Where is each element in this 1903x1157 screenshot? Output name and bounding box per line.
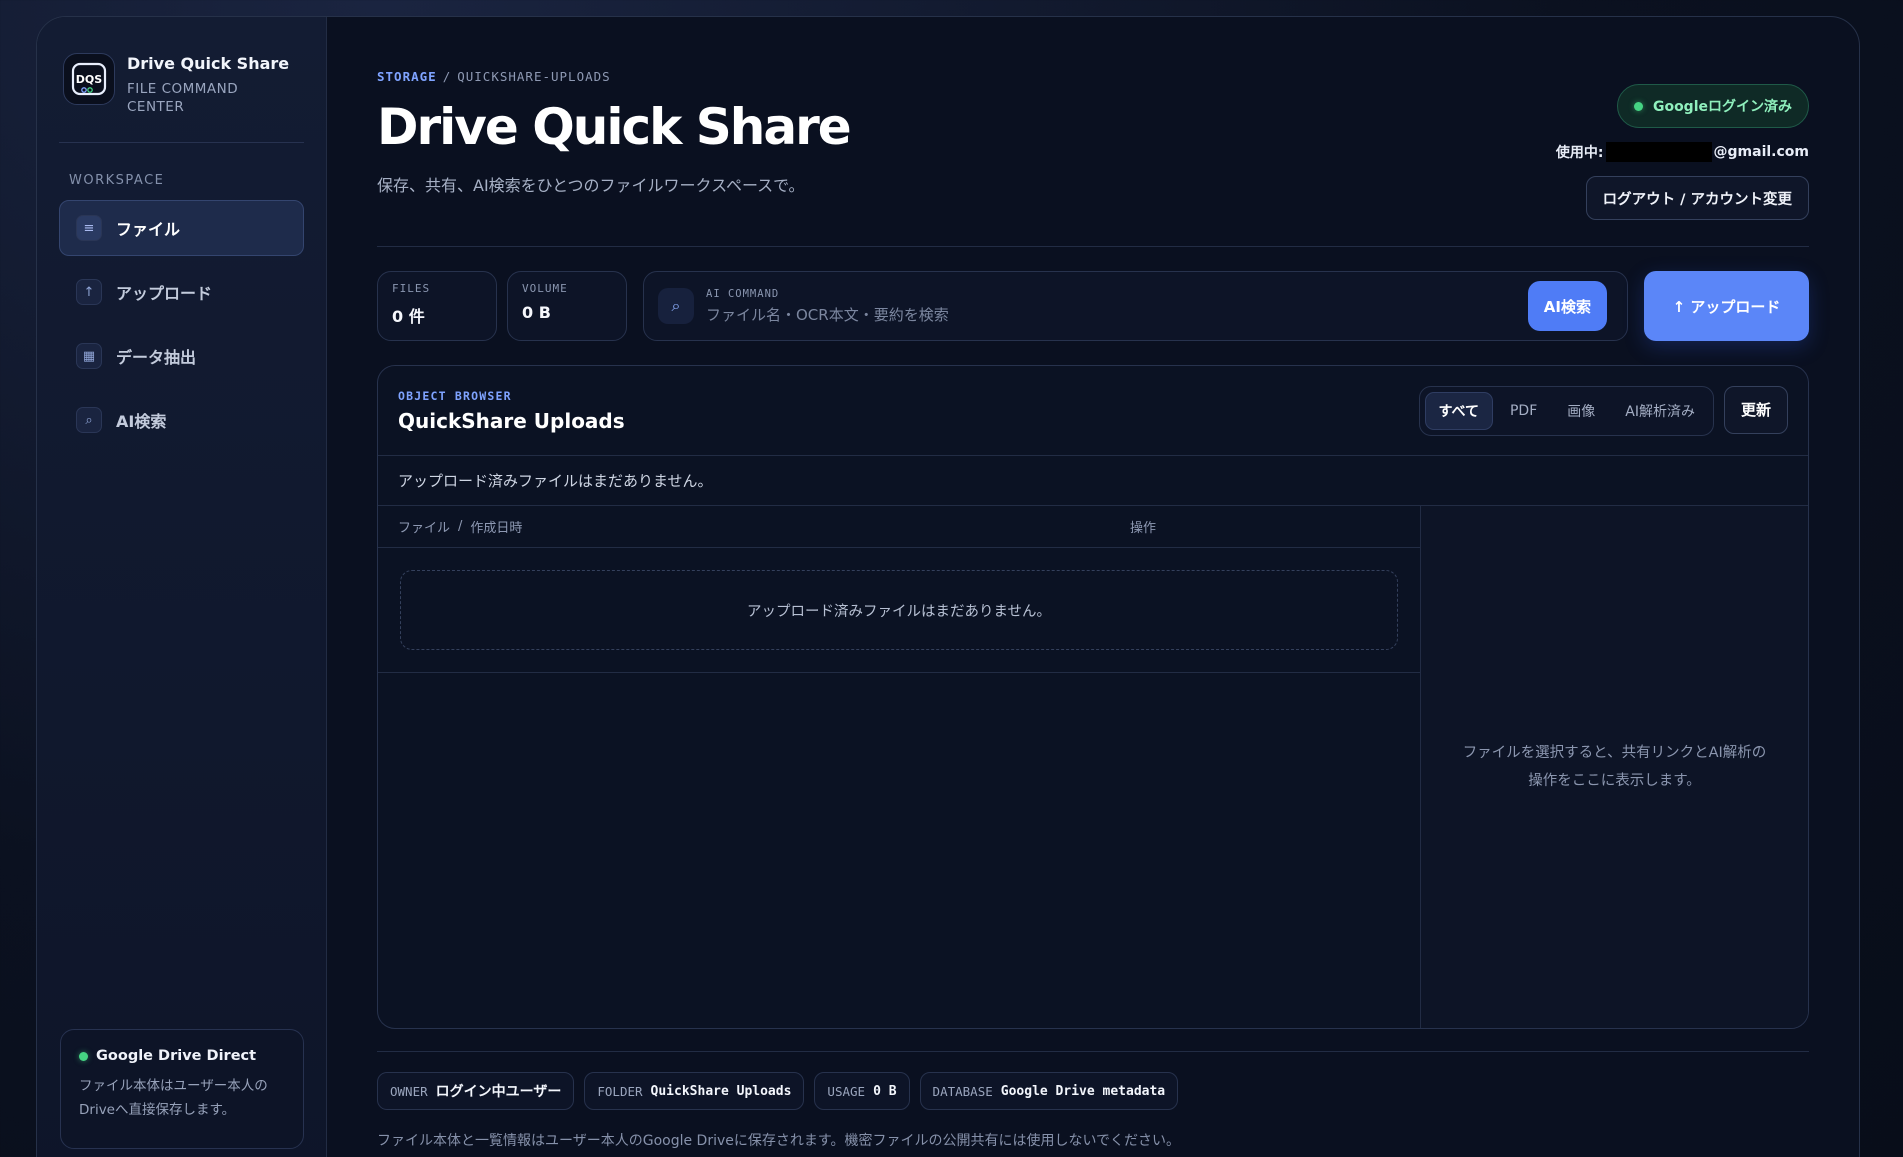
object-browser-title: QuickShare Uploads (398, 408, 625, 433)
google-drive-direct-card: Google Drive Direct ファイル本体はユーザー本人のDriveへ… (60, 1029, 304, 1149)
sidebar-item-label: データ抽出 (116, 348, 197, 367)
column-separator: / (458, 519, 463, 534)
database-chip: DATABASE Google Drive metadata (919, 1072, 1179, 1110)
refresh-button[interactable]: 更新 (1723, 385, 1788, 434)
brand-title: Drive Quick Share (127, 54, 290, 73)
user-email-suffix: @gmail.com (1713, 144, 1809, 160)
main-content: STORAGE / QUICKSHARE-UPLOADS Drive Quick S… (327, 17, 1859, 1157)
volume-stat-label: VOLUME (522, 282, 568, 295)
folder-chip: FOLDER QuickShare Uploads (584, 1072, 805, 1110)
ai-command-label: AI COMMAND (706, 288, 780, 300)
sidebar-item-files[interactable]: ≡ ファイル (59, 200, 304, 256)
grid-icon: ▦ (76, 343, 102, 369)
chip-value: ログイン中ユーザー (435, 1084, 562, 1100)
sidebar-item-upload[interactable]: ↑ アップロード (59, 264, 304, 320)
filter-pdf[interactable]: PDF (1497, 392, 1550, 430)
divider (377, 246, 1809, 247)
usage-chip: USAGE 0 B (814, 1072, 910, 1110)
empty-state: アップロード済みファイルはまだありません。 (400, 570, 1398, 650)
sidebar-item-label: AI検索 (116, 412, 167, 431)
login-status-badge: Googleログイン済み (1616, 84, 1809, 128)
object-browser-label: OBJECT BROWSER (398, 388, 512, 403)
filter-all[interactable]: すべて (1424, 391, 1493, 430)
search-icon: ⌕ (76, 407, 102, 433)
detail-hint: ファイルを選択すると、共有リンクとAI解析の操作をここに表示します。 (1462, 745, 1767, 789)
chip-key: OWNER (390, 1083, 428, 1099)
user-prefix: 使用中: (1555, 145, 1604, 161)
ai-search-button[interactable]: AI検索 (1527, 281, 1607, 331)
page-title: Drive Quick Share (377, 98, 852, 156)
filter-tabs: すべて PDF 画像 AI解析済み (1418, 385, 1714, 436)
redacted-email (1605, 142, 1712, 162)
detail-panel: ファイルを選択すると、共有リンクとAI解析の操作をここに表示します。 (1421, 506, 1808, 1028)
breadcrumb-current: QUICKSHARE-UPLOADS (457, 69, 611, 84)
owner-chip: OWNER ログイン中ユーザー (377, 1072, 575, 1110)
chip-key: DATABASE (932, 1083, 993, 1099)
sidebar-item-label: ファイル (116, 220, 181, 239)
footnote: ファイル本体と一覧情報はユーザー本人のGoogle Driveに保存されます。機… (377, 1133, 1181, 1149)
sidebar: DQS Drive Quick Share FILE COMMAND CENTE… (37, 17, 327, 1157)
toolbar: FILES 0 件 VOLUME 0 B ⌕ AI COMMAND AI検索 ↑… (377, 271, 1809, 341)
divider (377, 1051, 1809, 1052)
chip-value: Google Drive metadata (1000, 1083, 1166, 1099)
status-dot-icon (1633, 101, 1643, 111)
drive-card-title: Google Drive Direct (96, 1048, 257, 1064)
app-logo: DQS (63, 53, 115, 105)
chip-value: 0 B (873, 1083, 897, 1099)
logout-button[interactable]: ログアウト / アカウント変更 (1585, 176, 1809, 220)
current-user: 使用中: @gmail.com (1556, 142, 1809, 162)
object-browser: OBJECT BROWSER QuickShare Uploads すべて PD… (377, 365, 1809, 1029)
workspace-section-label: WORKSPACE (69, 173, 165, 188)
info-chips: OWNER ログイン中ユーザー FOLDER QuickShare Upload… (377, 1072, 1809, 1110)
drive-card-description: ファイル本体はユーザー本人のDriveへ直接保存します。 (79, 1078, 268, 1118)
column-actions: 操作 (1130, 521, 1157, 536)
filter-image[interactable]: 画像 (1554, 392, 1608, 430)
search-input[interactable] (706, 306, 1516, 324)
sidebar-item-label: アップロード (116, 284, 213, 303)
column-file: ファイル (398, 521, 451, 536)
files-stat: FILES 0 件 (377, 271, 497, 341)
breadcrumb: STORAGE / QUICKSHARE-UPLOADS (377, 69, 850, 84)
chip-key: FOLDER (597, 1083, 643, 1099)
app-window: DQS Drive Quick Share FILE COMMAND CENTE… (36, 16, 1860, 1157)
files-stat-value: 0 件 (392, 307, 425, 326)
files-stat-label: FILES (392, 282, 431, 295)
brand: DQS Drive Quick Share FILE COMMAND CENTE… (59, 53, 304, 143)
breadcrumb-storage[interactable]: STORAGE (377, 69, 437, 84)
chip-value: QuickShare Uploads (650, 1083, 792, 1099)
brand-subtitle: FILE COMMAND CENTER (127, 81, 239, 115)
svg-text:DQS: DQS (76, 73, 102, 86)
chip-key: USAGE (827, 1083, 866, 1099)
table-header: ファイル / 作成日時 操作 (378, 506, 1420, 548)
volume-stat: VOLUME 0 B (507, 271, 627, 341)
column-created: 作成日時 (470, 521, 523, 536)
filter-ai-analyzed[interactable]: AI解析済み (1612, 392, 1708, 430)
upload-arrow-icon: ↑ (76, 279, 102, 305)
search-icon: ⌕ (658, 288, 694, 324)
file-table: ファイル / 作成日時 操作 アップロード済みファイルはまだありません。 (378, 506, 1421, 1028)
login-status-text: Googleログイン済み (1652, 99, 1792, 115)
page-description: 保存、共有、AI検索をひとつのファイルワークスペースで。 (377, 176, 805, 195)
status-dot-icon (79, 1051, 88, 1061)
dqs-logo-icon: DQS (71, 62, 107, 96)
empty-notice: アップロード済みファイルはまだありません。 (378, 456, 1808, 506)
volume-stat-value: 0 B (522, 303, 551, 322)
sidebar-item-ai-search[interactable]: ⌕ AI検索 (59, 392, 304, 448)
sidebar-item-data-extract[interactable]: ▦ データ抽出 (59, 328, 304, 384)
breadcrumb-separator: / (442, 69, 452, 84)
list-icon: ≡ (76, 215, 102, 241)
ai-command-search: ⌕ AI COMMAND AI検索 (643, 271, 1628, 341)
upload-button[interactable]: ↑ アップロード (1644, 271, 1809, 341)
